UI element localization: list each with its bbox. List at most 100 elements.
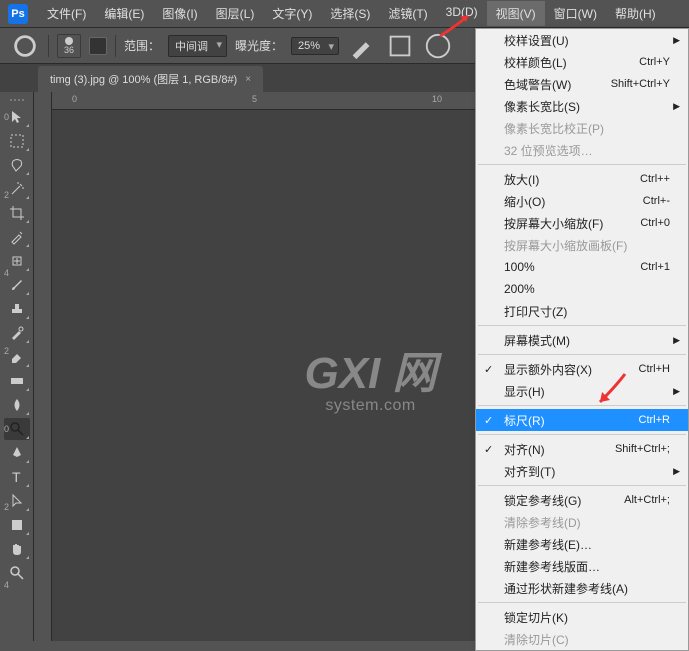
menu-item[interactable]: 图像(I) xyxy=(153,1,206,26)
menu-entry[interactable]: 通过形状新建参考线(A) xyxy=(476,577,688,599)
menu-separator xyxy=(478,354,686,355)
menu-shortcut: Shift+Ctrl+Y xyxy=(611,78,670,90)
menu-entry-label: 校样颜色(L) xyxy=(504,54,639,71)
menu-entry[interactable]: 锁定切片(K) xyxy=(476,606,688,628)
brush-size-picker[interactable]: 36 xyxy=(57,34,81,58)
ruler-tick: 10 xyxy=(432,94,442,104)
shape-tool[interactable] xyxy=(4,514,30,536)
ruler-tick: 4 xyxy=(4,580,9,590)
menu-item[interactable]: 文件(F) xyxy=(38,1,95,26)
ruler-tick: 2 xyxy=(4,346,9,356)
menu-separator xyxy=(478,405,686,406)
tab-title: timg (3).jpg @ 100% (图层 1, RGB/8#) xyxy=(50,71,237,87)
menu-entry: 32 位预览选项… xyxy=(476,139,688,161)
gradient-tool[interactable] xyxy=(4,370,30,392)
menu-entry[interactable]: 像素长宽比(S)▶ xyxy=(476,95,688,117)
tools-panel: T xyxy=(0,92,34,641)
menu-shortcut: Ctrl++ xyxy=(640,173,670,185)
crop-tool[interactable] xyxy=(4,202,30,224)
menu-entry[interactable]: 显示(H)▶ xyxy=(476,380,688,402)
history-brush-tool[interactable] xyxy=(4,322,30,344)
menu-entry-label: 标尺(R) xyxy=(504,412,639,429)
menu-entry-label: 按屏幕大小缩放画板(F) xyxy=(504,237,670,254)
submenu-arrow-icon: ▶ xyxy=(673,35,680,46)
menu-entry-label: 锁定参考线(G) xyxy=(504,492,624,509)
protect-tones-icon[interactable] xyxy=(385,34,415,58)
menu-entry-label: 新建参考线(E)… xyxy=(504,536,670,553)
menu-entry-label: 显示额外内容(X) xyxy=(504,361,639,378)
separator xyxy=(115,35,116,57)
menu-separator xyxy=(478,325,686,326)
menu-entry-label: 清除参考线(D) xyxy=(504,514,670,531)
pressure-icon[interactable] xyxy=(423,34,453,58)
check-icon: ✓ xyxy=(484,363,493,376)
menu-shortcut: Ctrl+1 xyxy=(640,261,670,273)
menu-entry: 按屏幕大小缩放画板(F) xyxy=(476,234,688,256)
menu-entry[interactable]: 校样颜色(L)Ctrl+Y xyxy=(476,51,688,73)
menu-shortcut: Ctrl+0 xyxy=(640,217,670,229)
close-icon[interactable]: × xyxy=(245,74,251,85)
menu-entry[interactable]: 新建参考线版面… xyxy=(476,555,688,577)
svg-text:T: T xyxy=(12,469,21,485)
document-tab[interactable]: timg (3).jpg @ 100% (图层 1, RGB/8#) × xyxy=(38,66,263,92)
airbrush-icon[interactable] xyxy=(347,34,377,58)
menu-entry-label: 100% xyxy=(504,260,640,274)
menu-entry[interactable]: 按屏幕大小缩放(F)Ctrl+0 xyxy=(476,212,688,234)
eyedropper-tool[interactable] xyxy=(4,226,30,248)
menu-entry[interactable]: 新建参考线(E)… xyxy=(476,533,688,555)
ruler-tick: 5 xyxy=(252,94,257,104)
stamp-tool[interactable] xyxy=(4,298,30,320)
menu-entry[interactable]: 屏幕模式(M)▶ xyxy=(476,329,688,351)
submenu-arrow-icon: ▶ xyxy=(673,386,680,397)
lasso-tool[interactable] xyxy=(4,154,30,176)
marquee-tool[interactable] xyxy=(4,130,30,152)
menu-entry[interactable]: 锁定参考线(G)Alt+Ctrl+; xyxy=(476,489,688,511)
menu-item[interactable]: 选择(S) xyxy=(321,1,379,26)
menu-item[interactable]: 窗口(W) xyxy=(545,1,606,26)
exposure-select[interactable]: 25% xyxy=(291,37,339,55)
menu-item[interactable]: 3D(D) xyxy=(437,1,487,26)
menu-entry[interactable]: 校样设置(U)▶ xyxy=(476,29,688,51)
menu-entry[interactable]: ✓标尺(R)Ctrl+R xyxy=(476,409,688,431)
hand-tool[interactable] xyxy=(4,538,30,560)
menu-item[interactable]: 帮助(H) xyxy=(606,1,665,26)
submenu-arrow-icon: ▶ xyxy=(673,101,680,112)
menu-separator xyxy=(478,434,686,435)
brush-panel-icon[interactable] xyxy=(89,37,107,55)
menu-item[interactable]: 文字(Y) xyxy=(263,1,321,26)
tool-preset-icon[interactable] xyxy=(10,34,40,58)
menu-entry[interactable]: 200% xyxy=(476,278,688,300)
watermark-title: GXI 网 xyxy=(304,337,436,401)
menu-entry[interactable]: ✓对齐(N)Shift+Ctrl+; xyxy=(476,438,688,460)
menu-entry[interactable]: 对齐到(T)▶ xyxy=(476,460,688,482)
menu-item[interactable]: 滤镜(T) xyxy=(379,1,436,26)
menu-separator xyxy=(478,485,686,486)
menu-shortcut: Ctrl+R xyxy=(639,414,670,426)
ruler-tick: 4 xyxy=(4,268,9,278)
menu-entry-label: 锁定切片(K) xyxy=(504,609,670,626)
check-icon: ✓ xyxy=(484,443,493,456)
menu-item[interactable]: 视图(V) xyxy=(487,1,545,26)
type-tool[interactable]: T xyxy=(4,466,30,488)
menu-item[interactable]: 编辑(E) xyxy=(95,1,153,26)
menu-entry[interactable]: 100%Ctrl+1 xyxy=(476,256,688,278)
menu-entry[interactable]: 放大(I)Ctrl++ xyxy=(476,168,688,190)
menubar: Ps 文件(F)编辑(E)图像(I)图层(L)文字(Y)选择(S)滤镜(T)3D… xyxy=(0,0,689,28)
menu-item[interactable]: 图层(L) xyxy=(207,1,264,26)
menu-separator xyxy=(478,164,686,165)
menu-entry[interactable]: ✓显示额外内容(X)Ctrl+H xyxy=(476,358,688,380)
exposure-label: 曝光度： xyxy=(235,37,283,54)
pen-tool[interactable] xyxy=(4,442,30,464)
menu-entry[interactable]: 色域警告(W)Shift+Ctrl+Y xyxy=(476,73,688,95)
menu-entry[interactable]: 缩小(O)Ctrl+- xyxy=(476,190,688,212)
range-select[interactable]: 中间调 xyxy=(168,35,227,57)
ruler-vertical[interactable]: 0242024 xyxy=(34,92,52,641)
menu-shortcut: Shift+Ctrl+; xyxy=(615,443,670,455)
menu-entry: 清除参考线(D) xyxy=(476,511,688,533)
panel-grip[interactable] xyxy=(10,96,24,104)
menu-entry[interactable]: 打印尺寸(Z) xyxy=(476,300,688,322)
submenu-arrow-icon: ▶ xyxy=(673,335,680,346)
menu-entry-label: 对齐到(T) xyxy=(504,463,670,480)
submenu-arrow-icon: ▶ xyxy=(673,466,680,477)
blur-tool[interactable] xyxy=(4,394,30,416)
